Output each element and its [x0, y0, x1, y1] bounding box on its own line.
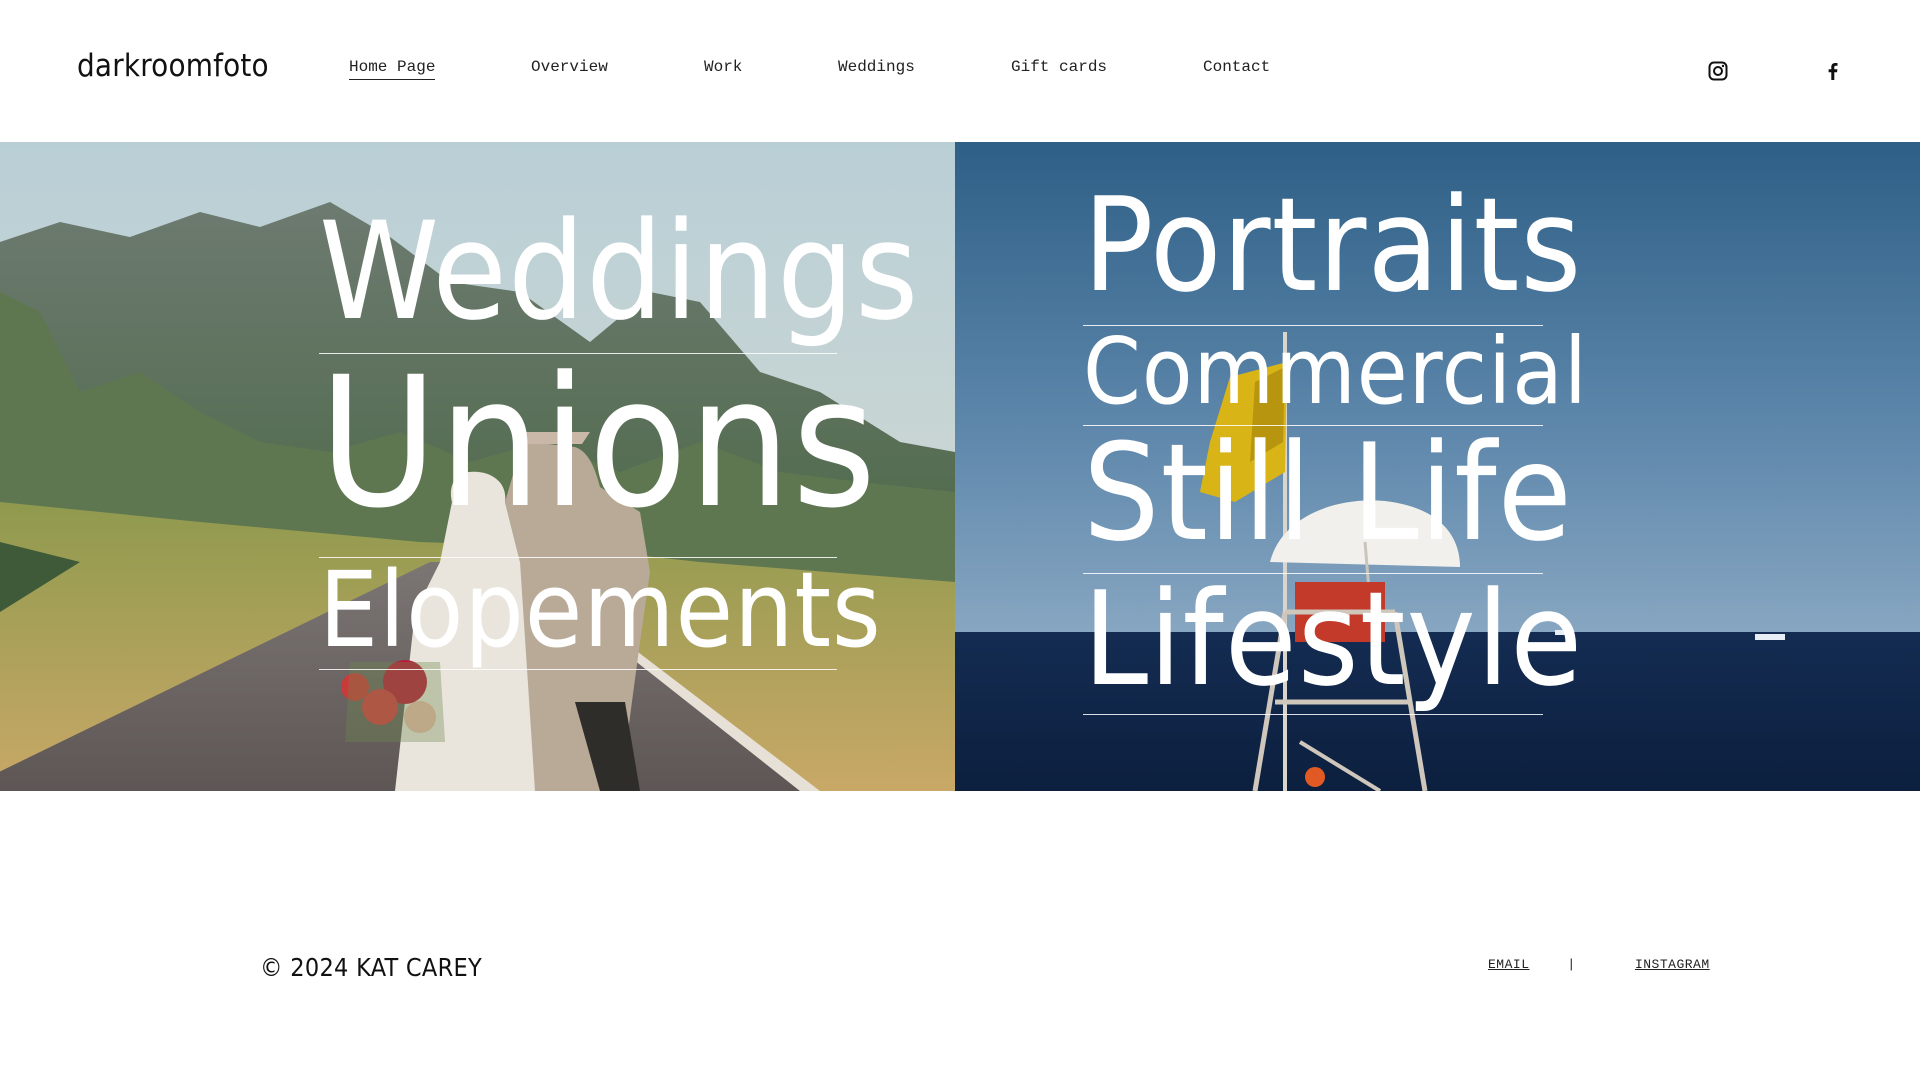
facebook-icon[interactable]: [1822, 60, 1844, 82]
nav-gift-cards[interactable]: Gift cards: [1011, 58, 1107, 76]
still-life-link[interactable]: Still Life: [1083, 426, 1572, 573]
nav-home-page[interactable]: Home Page: [349, 58, 436, 80]
lifestyle-link[interactable]: Lifestyle: [1083, 574, 1582, 714]
email-link[interactable]: EMAIL: [1488, 957, 1530, 972]
instagram-icon[interactable]: [1707, 60, 1729, 82]
instagram-link[interactable]: INSTAGRAM: [1635, 957, 1710, 972]
footer-links: EMAIL | INSTAGRAM: [1488, 957, 1710, 972]
portraits-link-stack: Portraits Commercial Still Life Lifestyl…: [1083, 180, 1587, 715]
nav-contact[interactable]: Contact: [1203, 58, 1270, 76]
nav-overview[interactable]: Overview: [531, 58, 608, 76]
commercial-link[interactable]: Commercial: [1083, 326, 1587, 425]
weddings-link[interactable]: Weddings: [319, 204, 918, 353]
site-header: darkroomfoto Home Page Overview Work Wed…: [0, 0, 1920, 142]
portraits-link[interactable]: Portraits: [1083, 180, 1581, 325]
weddings-hero-panel: Weddings Unions Elopements: [0, 142, 955, 791]
nav-work[interactable]: Work: [704, 58, 742, 76]
unions-link[interactable]: Unions: [319, 354, 876, 557]
copyright-text: © 2024 KAT CAREY: [260, 953, 483, 982]
portraits-hero-panel: Portraits Commercial Still Life Lifestyl…: [955, 142, 1920, 791]
elopements-link[interactable]: Elopements: [319, 558, 881, 669]
site-logo[interactable]: darkroomfoto: [77, 48, 269, 84]
footer-separator: |: [1567, 957, 1576, 972]
weddings-link-stack: Weddings Unions Elopements: [319, 204, 918, 670]
nav-weddings[interactable]: Weddings: [838, 58, 915, 76]
